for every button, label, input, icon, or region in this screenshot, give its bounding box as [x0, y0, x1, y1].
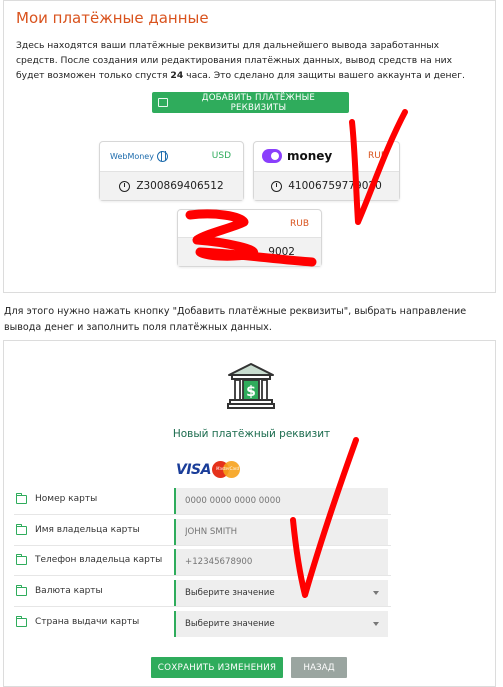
svg-text:$: $ [246, 384, 256, 400]
back-button[interactable]: НАЗАД [291, 657, 347, 678]
scribble-annotation [185, 209, 317, 267]
chevron-down-icon [373, 622, 379, 626]
red-annotation-top [185, 109, 408, 267]
instruction-text: Для этого нужно нажать кнопку "Добавить … [4, 306, 467, 333]
checkmark-annotation [290, 437, 359, 598]
form-row-country: Страна выдачи карты Выберите значение [0, 610, 503, 638]
red-annotation-bottom [290, 437, 359, 598]
country-label: Страна выдачи карты [16, 615, 140, 627]
country-select-value: Выберите значение [185, 619, 275, 629]
folder-icon [16, 615, 27, 627]
save-changes-button[interactable]: СОХРАНИТЬ ИЗМЕНЕНИЯ [151, 657, 283, 678]
checkmark-annotation [349, 109, 408, 225]
country-label-text: Страна выдачи карты [35, 617, 140, 627]
bank-icon: $ [227, 363, 275, 409]
country-select[interactable]: Выберите значение [174, 611, 388, 637]
